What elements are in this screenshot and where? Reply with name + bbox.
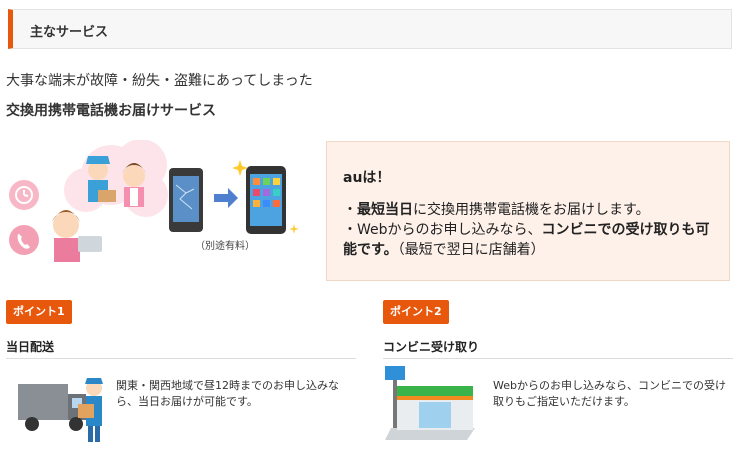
phone-icon [9,225,39,255]
price-note: （別途有料） [195,241,255,252]
delivery-truck-icon [18,378,103,442]
new-phone-icon [246,166,286,234]
point-card-2: ポイント2 コンビニ受け取り Webからのお申し込みなら、コンビニでの受け取りも… [383,300,733,450]
broken-phone-icon [169,168,203,232]
section-title: 主なサービス [30,25,109,40]
au-box-line-2: ・Webからのお申し込みなら、コンビニでの受け取りも可能です。（最短で翌日に店舗… [343,220,723,260]
au-box-heading: auは！ [343,170,391,186]
point-title: 当日配送 [6,340,55,354]
line-text: ・Webからのお申し込みなら、 [343,222,542,238]
convenience-store-icon [385,366,475,440]
point-badge: ポイント2 [383,300,449,324]
line-text: に交換用携帯電話機をお届けします。 [413,202,650,218]
highlight-text: 最短当日 [357,202,413,218]
thought-cloud [64,140,168,217]
section-header: 主なサービス [8,9,732,49]
point-card-1: ポイント1 当日配送 関東・関西地域で昼12時までのお申し込みなら、当日お届けが… [6,300,356,450]
line-text: （最短で翌日に店舗着） [397,242,545,258]
bullet: ・ [343,202,357,218]
arrow-right-icon [214,188,238,208]
au-info-box: auは！ ・最短当日に交換用携帯電話機をお届けします。 ・Webからのお申し込み… [326,141,730,281]
divider [383,358,733,359]
point-description: Webからのお申し込みなら、コンビニでの受け取りもご指定いただけます。 [493,379,726,408]
point-title: コンビニ受け取り [383,340,480,354]
divider [6,358,356,359]
au-box-line-1: ・最短当日に交換用携帯電話機をお届けします。 [343,200,650,220]
customer-illustration [52,210,102,262]
clock-icon [9,180,39,210]
service-name: 交換用携帯電話機お届けサービス [6,103,216,119]
point-description: 関東・関西地域で昼12時までのお申し込みなら、当日お届けが可能です。 [116,379,339,408]
point-badge: ポイント1 [6,300,72,324]
intro-text: 大事な端末が故障・紛失・盗難にあってしまった [6,73,313,89]
hero-illustration [9,140,299,262]
